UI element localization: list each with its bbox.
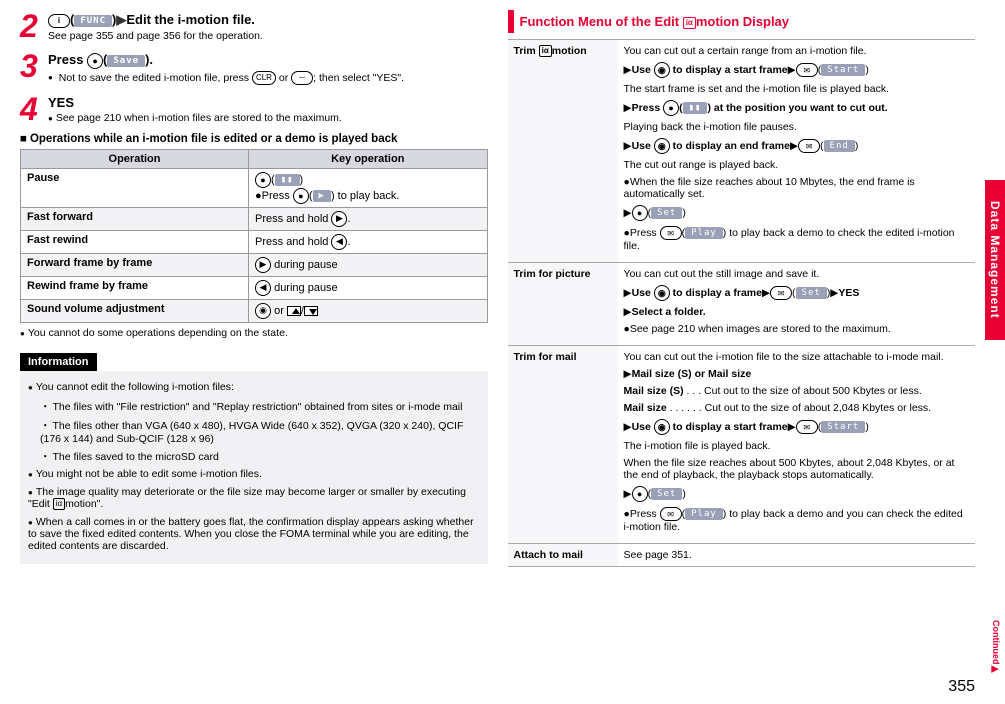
- imotion-icon: iα: [53, 498, 65, 510]
- right-column: Function Menu of the Edit iαmotion Displ…: [508, 10, 976, 567]
- mail-key-icon: ✉: [796, 63, 818, 77]
- information-box: You cannot edit the following i-motion f…: [20, 371, 488, 564]
- nav-key-icon: ◉: [654, 62, 670, 78]
- table-row: Fast rewind Press and hold ◀.: [21, 230, 488, 253]
- center-key-icon: ●: [87, 53, 103, 69]
- operations-table: Operation Key operation Pause ●(▮▮) ●Pre…: [20, 149, 488, 323]
- table-row: Fast forward Press and hold ▶.: [21, 207, 488, 230]
- step-2-note: See page 355 and page 356 for the operat…: [48, 30, 488, 42]
- step-2-title: i(FUNC)▶Edit the i-motion file.: [48, 12, 488, 28]
- pause-softkey: ▮▮: [275, 174, 300, 186]
- right-key-icon: ▶: [331, 211, 347, 227]
- left-key-icon: ◀: [331, 234, 347, 250]
- play-softkey: ▶: [313, 190, 331, 202]
- play-softkey: Play: [685, 508, 723, 520]
- menu-item-trim-mail: Trim for mail: [508, 346, 618, 544]
- nav-key-icon: ◉: [654, 419, 670, 435]
- step-4-title: YES: [48, 95, 488, 110]
- step-4-bullet: See page 210 when i-motion files are sto…: [48, 112, 488, 124]
- down-key-icon: [304, 306, 318, 316]
- mail-key-icon: ✉: [796, 420, 818, 434]
- table-row: Rewind frame by frame ◀ during pause: [21, 276, 488, 299]
- table-row: Forward frame by frame ▶ during pause: [21, 253, 488, 276]
- mail-key-icon: ✉: [660, 507, 682, 521]
- step-number-4: 4: [20, 93, 48, 125]
- step-4: 4 YES See page 210 when i-motion files a…: [20, 93, 488, 125]
- right-key-icon: ▶: [255, 257, 271, 273]
- op-header-key: Key operation: [249, 149, 487, 168]
- up-key-icon: [287, 306, 301, 316]
- table-row: Trim iαmotion You can cut out a certain …: [508, 40, 976, 263]
- left-key-icon: ◀: [255, 280, 271, 296]
- func-softkey: FUNC: [74, 15, 112, 27]
- step-3: 3 Press ●(Save). Not to save the edited …: [20, 50, 488, 85]
- table-row: Trim for mail You can cut out the i-moti…: [508, 346, 976, 544]
- info-bullet: You cannot edit the following i-motion f…: [28, 381, 480, 393]
- menu-item-trim-picture: Trim for picture: [508, 263, 618, 346]
- pause-softkey: ▮▮: [683, 102, 708, 114]
- function-menu-table: Trim iαmotion You can cut out a certain …: [508, 39, 976, 567]
- play-softkey: Play: [685, 227, 723, 239]
- center-key-icon: ●: [632, 486, 648, 502]
- under-table-note: You cannot do some operations depending …: [20, 327, 488, 339]
- function-menu-header: Function Menu of the Edit iαmotion Displ…: [508, 10, 976, 33]
- center-key-icon: ●: [255, 172, 271, 188]
- menu-key-icon: i: [48, 14, 70, 28]
- table-row: Trim for picture You can cut out the sti…: [508, 263, 976, 346]
- save-softkey: Save: [107, 55, 145, 67]
- set-softkey: Set: [651, 207, 682, 219]
- step-3-bullet: Not to save the edited i-motion file, pr…: [48, 71, 488, 85]
- nav-key-icon: ◉: [654, 138, 670, 154]
- nav-key-icon: ◉: [654, 285, 670, 301]
- center-key-icon: ●: [663, 100, 679, 116]
- set-softkey: Set: [651, 488, 682, 500]
- table-row: Sound volume adjustment ◉ or /: [21, 299, 488, 322]
- info-sub: The files with "File restriction" and "R…: [40, 399, 480, 414]
- info-bullet: You might not be able to edit some i-mot…: [28, 468, 480, 480]
- clr-key-icon: CLR: [252, 71, 276, 85]
- mail-key-icon: ✉: [660, 226, 682, 240]
- info-sub: The files saved to the microSD card: [40, 449, 480, 464]
- information-header: Information: [20, 353, 97, 371]
- info-sub: The files other than VGA (640 x 480), HV…: [40, 418, 480, 445]
- side-tab: Data Management: [985, 180, 1005, 340]
- page-number: 355: [948, 678, 975, 696]
- set-softkey: Set: [796, 287, 827, 299]
- info-bullet: When a call comes in or the battery goes…: [28, 516, 480, 552]
- left-column: 2 i(FUNC)▶Edit the i-motion file. See pa…: [20, 10, 488, 567]
- table-row: Attach to mail See page 351.: [508, 544, 976, 567]
- center-key-icon: ●: [632, 205, 648, 221]
- start-softkey: Start: [821, 421, 865, 433]
- mail-key-icon: ✉: [798, 139, 820, 153]
- menu-item-attach-mail: Attach to mail: [508, 544, 618, 567]
- menu-item-trim-motion: Trim iαmotion: [508, 40, 618, 263]
- start-softkey: Start: [821, 64, 865, 76]
- imotion-icon: iα: [683, 17, 696, 29]
- imotion-icon: iα: [539, 45, 552, 57]
- step-number-3: 3: [20, 50, 48, 82]
- step-number-2: 2: [20, 10, 48, 42]
- end-softkey: End: [824, 140, 855, 152]
- center-key-icon: ●: [293, 188, 309, 204]
- op-header-operation: Operation: [21, 149, 249, 168]
- mail-key-icon: ✉: [770, 286, 792, 300]
- step-3-title: Press ●(Save).: [48, 52, 488, 69]
- updown-key-icon: ◉: [255, 303, 271, 319]
- operations-title: Operations while an i-motion file is edi…: [20, 133, 488, 145]
- end-key-icon: ⏤: [291, 71, 313, 85]
- continued-indicator: Continued▶: [991, 620, 1001, 675]
- info-bullet: The image quality may deteriorate or the…: [28, 486, 480, 510]
- table-row: Pause ●(▮▮) ●Press ●(▶) to play back.: [21, 168, 488, 207]
- step-2: 2 i(FUNC)▶Edit the i-motion file. See pa…: [20, 10, 488, 42]
